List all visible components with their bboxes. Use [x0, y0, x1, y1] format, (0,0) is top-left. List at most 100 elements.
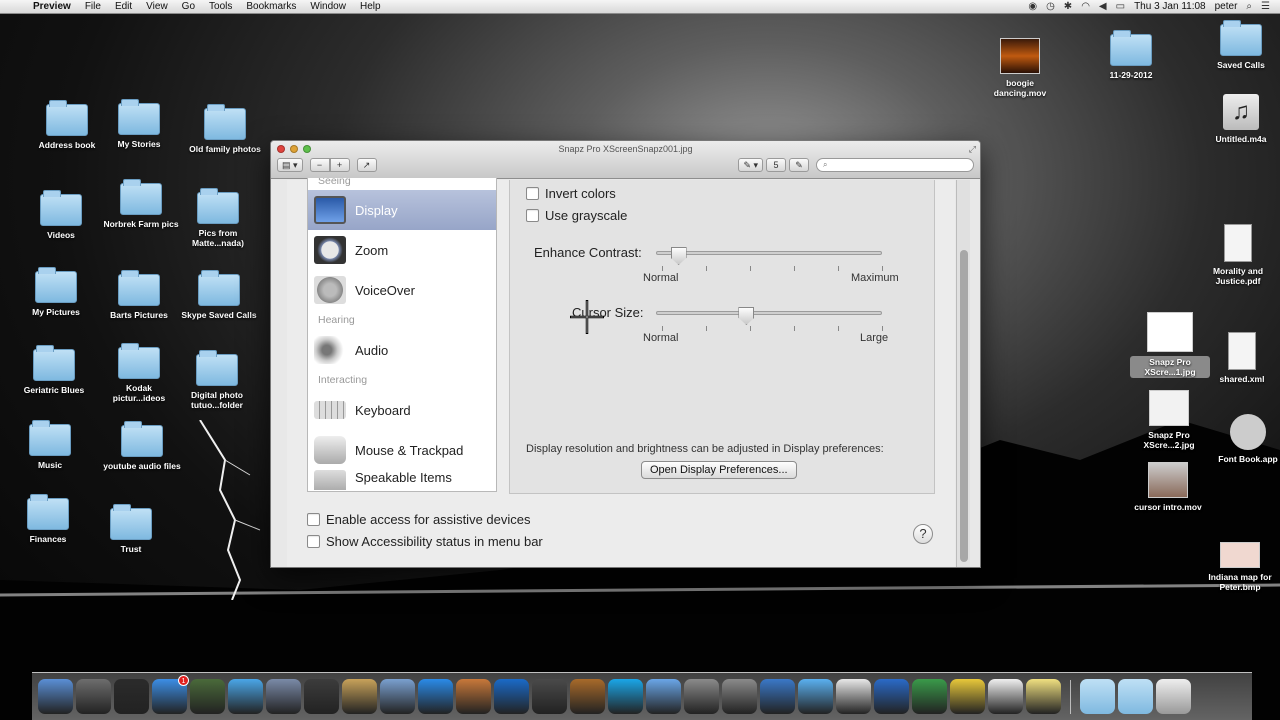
menu-user[interactable]: peter	[1215, 1, 1238, 12]
sidebar-item-keyboard[interactable]: Keyboard	[308, 390, 496, 430]
menu-view[interactable]: View	[139, 1, 175, 12]
edit-toolbar-button[interactable]: ✎	[789, 158, 809, 172]
zoom-out-button[interactable]: −	[309, 158, 330, 172]
desktop-icon-old-family-photos[interactable]: Old family photos	[185, 104, 265, 154]
iphoto-library-icon[interactable]	[456, 679, 491, 714]
vlc-icon[interactable]	[950, 679, 985, 714]
desktop-icon-kodak-pictures[interactable]: Kodak pictur...ideos	[99, 343, 179, 403]
battery-icon[interactable]: ▭	[1116, 1, 1125, 12]
page-button[interactable]: 5	[766, 158, 786, 172]
desktop-icon-indiana-map[interactable]: Indiana map for Peter.bmp	[1200, 542, 1280, 592]
sidebar-item-audio[interactable]: Audio	[308, 330, 496, 370]
share-button[interactable]: ↗	[356, 158, 377, 172]
desktop-icon-trust[interactable]: Trust	[91, 504, 171, 554]
desktop-icon-snapz-1[interactable]: Snapz Pro XScre...1.jpg	[1130, 312, 1210, 378]
sidebar-item-zoom[interactable]: Zoom	[308, 230, 496, 270]
desktop-icon-font-book[interactable]: Font Book.app	[1208, 414, 1280, 464]
app-store-icon[interactable]: 1	[152, 675, 189, 714]
messages-icon[interactable]	[798, 679, 833, 714]
menu-bookmarks[interactable]: Bookmarks	[239, 1, 303, 12]
desktop-icon-saved-calls[interactable]: Saved Calls	[1201, 20, 1280, 70]
photo-tool-icon[interactable]	[684, 679, 719, 714]
window-scrollbar[interactable]	[956, 180, 970, 567]
photo-booth-icon[interactable]	[190, 679, 225, 714]
window-titlebar[interactable]: Snapz Pro XScreenSnapz001.jpg ⤢ ▤ ▾ − + …	[271, 141, 980, 179]
zoom-in-button[interactable]: +	[329, 158, 350, 172]
bluetooth-icon[interactable]: ✱	[1064, 1, 1072, 12]
sidebar-item-display[interactable]: Display	[308, 190, 496, 230]
checkbox-box[interactable]	[526, 209, 539, 222]
spotlight-icon[interactable]: ⌕	[1246, 1, 1252, 12]
desktop-icon-videos[interactable]: Videos	[21, 190, 101, 240]
desktop-icon-untitled-m4a[interactable]: ♫ Untitled.m4a	[1201, 94, 1280, 144]
mail-bird-icon[interactable]	[646, 679, 681, 714]
use-grayscale-checkbox[interactable]: Use grayscale	[526, 208, 627, 223]
mail-icon[interactable]	[266, 679, 301, 714]
desktop-icon-boogie-dancing[interactable]: boogie dancing.mov	[980, 38, 1060, 98]
desktop-icon-pics-from-matte[interactable]: Pics from Matte...nada)	[178, 188, 258, 248]
address-book-icon[interactable]	[342, 679, 377, 714]
fullscreen-icon[interactable]: ⤢	[969, 144, 976, 155]
imovie-icon[interactable]	[532, 679, 567, 714]
menu-help[interactable]: Help	[353, 1, 388, 12]
desktop-icon-shared-xml[interactable]: shared.xml	[1202, 332, 1280, 384]
sidebar-item-speakable-items[interactable]: Speakable Items	[308, 470, 496, 490]
desktop-icon-my-pictures[interactable]: My Pictures	[16, 267, 96, 317]
enhance-contrast-slider[interactable]	[656, 251, 882, 255]
applications-folder-icon[interactable]	[1080, 679, 1115, 714]
chrome-icon[interactable]	[912, 679, 947, 714]
safari-icon[interactable]	[228, 679, 263, 714]
desktop-icon-norbrek-farm-pics[interactable]: Norbrek Farm pics	[101, 179, 181, 229]
desktop-icon-skype-saved-calls[interactable]: Skype Saved Calls	[179, 270, 259, 320]
dashboard-icon[interactable]	[114, 679, 149, 714]
annotate-button[interactable]: ✎ ▾	[738, 158, 763, 172]
help-button[interactable]: ?	[913, 524, 933, 544]
checkbox-box[interactable]	[307, 513, 320, 526]
enhance-contrast-slider-knob[interactable]	[670, 247, 687, 265]
volume-icon[interactable]: ◀	[1099, 1, 1107, 12]
open-display-preferences-button[interactable]: Open Display Preferences...	[641, 461, 797, 479]
menu-window[interactable]: Window	[303, 1, 353, 12]
sidebar-item-voiceover[interactable]: VoiceOver	[308, 270, 496, 310]
facetime-icon[interactable]	[304, 679, 339, 714]
finder-icon[interactable]	[38, 679, 73, 714]
desktop-icon-geriatric-blues[interactable]: Geriatric Blues	[14, 345, 94, 395]
garageband-icon[interactable]	[570, 679, 605, 714]
stickies-icon[interactable]	[1026, 679, 1061, 714]
time-machine-icon[interactable]: ◷	[1046, 1, 1055, 12]
quicktime-icon[interactable]	[874, 679, 909, 714]
launchpad-icon[interactable]	[76, 679, 111, 714]
desktop-icon-barts-pictures[interactable]: Barts Pictures	[99, 270, 179, 320]
search-input[interactable]: ⌕	[816, 158, 974, 172]
checkbox-box[interactable]	[307, 535, 320, 548]
menu-tools[interactable]: Tools	[202, 1, 239, 12]
cursor-size-slider-knob[interactable]	[738, 307, 755, 325]
menu-go[interactable]: Go	[175, 1, 202, 12]
desktop-icon-11-29-2012[interactable]: 11-29-2012	[1091, 30, 1171, 80]
menu-edit[interactable]: Edit	[108, 1, 139, 12]
menu-file[interactable]: File	[78, 1, 108, 12]
preview-icon[interactable]	[494, 679, 529, 714]
cursor-size-slider[interactable]	[656, 311, 882, 315]
iphoto-icon[interactable]	[380, 679, 415, 714]
notification-center-icon[interactable]: ☰	[1261, 1, 1270, 12]
invert-colors-checkbox[interactable]: Invert colors	[526, 186, 616, 201]
itunes-icon[interactable]	[418, 679, 453, 714]
enable-assistive-access-checkbox[interactable]: Enable access for assistive devices	[307, 512, 530, 527]
skype-icon[interactable]	[608, 679, 643, 714]
menu-clock[interactable]: Thu 3 Jan 11:08	[1134, 1, 1206, 12]
desktop-icon-address-book[interactable]: Address book	[27, 100, 107, 150]
desktop-icon-youtube-audio-files[interactable]: youtube audio files	[102, 421, 182, 471]
desktop-icon-morality-and-justice[interactable]: Morality and Justice.pdf	[1198, 224, 1278, 286]
textedit-icon[interactable]	[988, 679, 1023, 714]
show-accessibility-status-checkbox[interactable]: Show Accessibility status in menu bar	[307, 534, 543, 549]
solitaire-icon[interactable]	[836, 679, 871, 714]
checkbox-box[interactable]	[526, 187, 539, 200]
skype-status-icon[interactable]: ◉	[1028, 1, 1037, 12]
window-scroll-thumb[interactable]	[960, 250, 968, 562]
dvd-player-icon[interactable]	[760, 679, 795, 714]
menu-app[interactable]: Preview	[26, 1, 78, 12]
view-mode-button[interactable]: ▤ ▾	[277, 158, 303, 172]
desktop-icon-digital-photo-folder[interactable]: Digital photo tutuo...folder	[177, 350, 257, 410]
documents-folder-icon[interactable]	[1118, 679, 1153, 714]
